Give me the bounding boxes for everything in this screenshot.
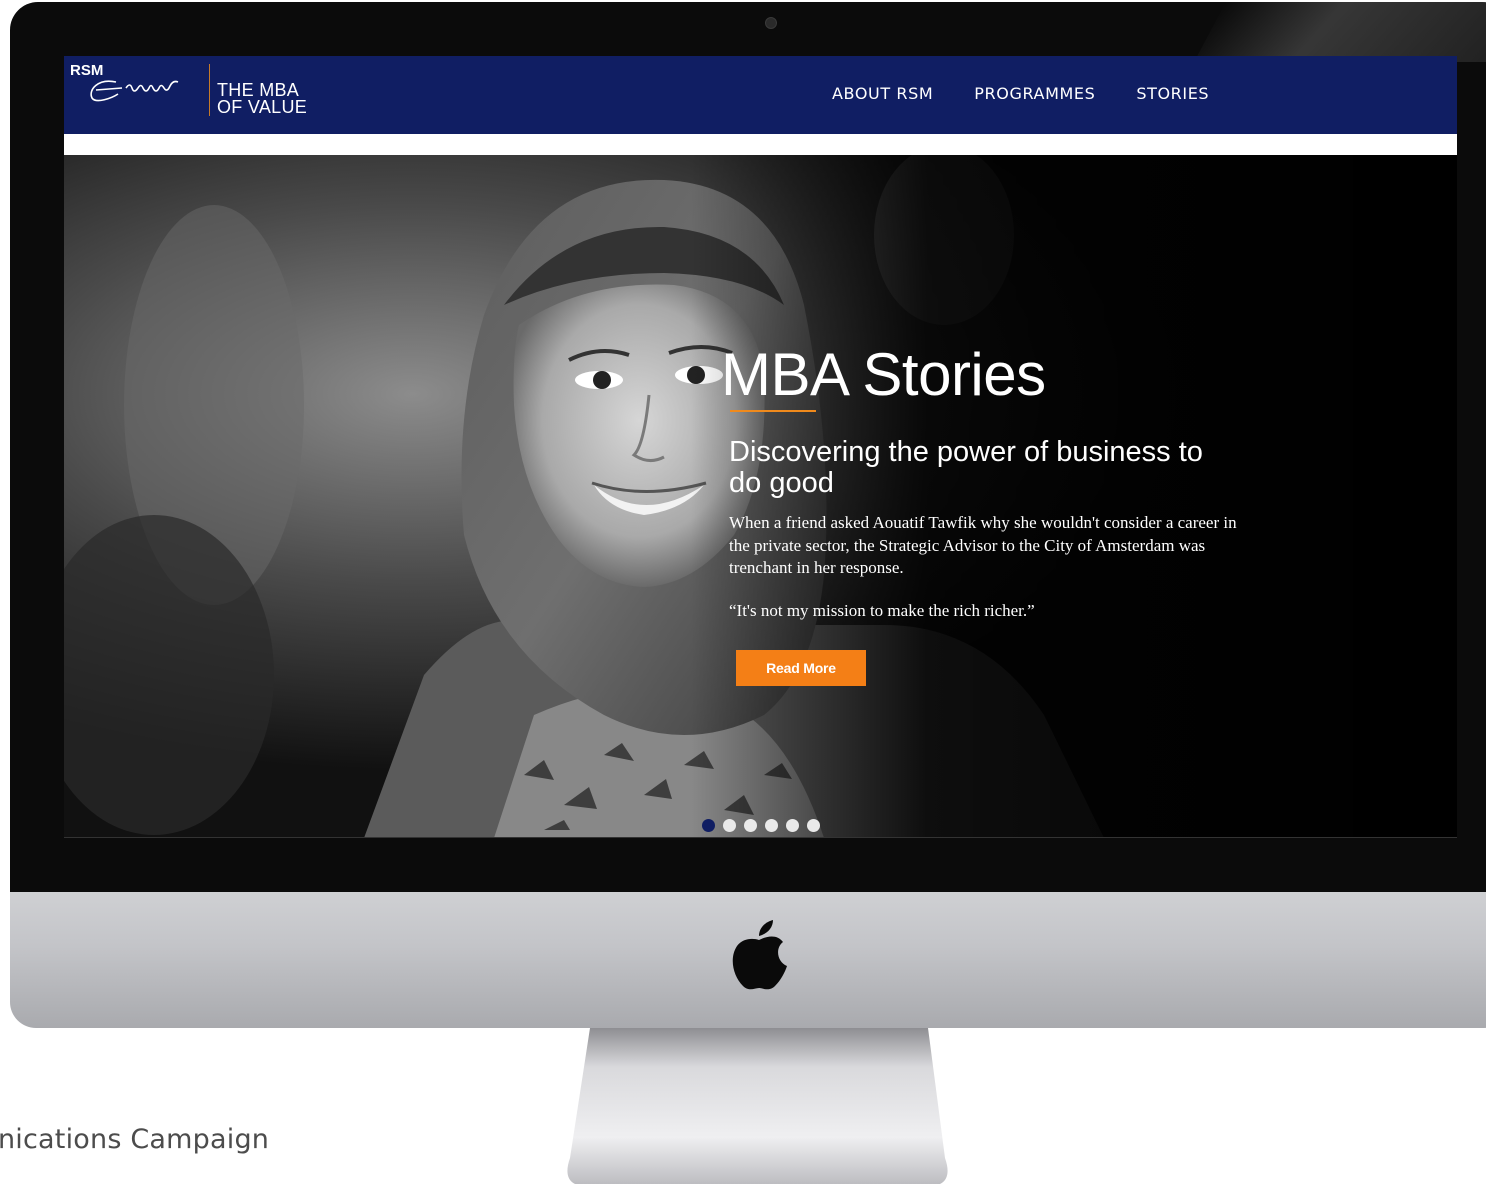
slider-dot-1[interactable]: [702, 819, 715, 832]
slider-dot-6[interactable]: [807, 819, 820, 832]
nav-link-about-rsm[interactable]: ABOUT RSM: [832, 84, 933, 103]
hero-quote: “It's not my mission to make the rich ri…: [729, 601, 1035, 620]
top-navbar: RSM THE MBA OF VALUE ABOUT RSM PROGRAMME…: [64, 56, 1457, 134]
nav-links: ABOUT RSM PROGRAMMES STORIES: [832, 84, 1250, 103]
hero-bottom-line: [64, 837, 1457, 838]
imac-stand: [567, 1028, 948, 1184]
logo-divider: [209, 64, 210, 116]
rsm-logo[interactable]: RSM THE MBA OF VALUE: [70, 62, 310, 122]
hero-subtitle: Discovering the power of business to do …: [729, 436, 1203, 499]
slider-dot-4[interactable]: [765, 819, 778, 832]
read-more-button[interactable]: Read More: [736, 650, 866, 686]
erasmus-script-logo-icon: [90, 80, 179, 102]
campaign-caption: nications Campaign: [0, 1124, 270, 1155]
website-viewport: RSM THE MBA OF VALUE ABOUT RSM PROGRAMME…: [64, 56, 1457, 838]
camera-icon: [765, 17, 777, 29]
slider-pagination: [702, 819, 820, 832]
nav-spacer: [64, 134, 1457, 155]
bezel-glare: [1194, 2, 1486, 62]
nav-link-stories[interactable]: STORIES: [1136, 84, 1209, 103]
hero-slider: MBA Stories Discovering the power of bus…: [64, 155, 1457, 838]
hero-title: MBA Stories: [721, 341, 1046, 408]
tagline-line2: OF VALUE: [217, 97, 308, 117]
hero-title-underline: [730, 410, 816, 412]
slider-dot-2[interactable]: [723, 819, 736, 832]
nav-link-programmes[interactable]: PROGRAMMES: [974, 84, 1095, 103]
slider-dot-5[interactable]: [786, 819, 799, 832]
apple-logo-icon: [732, 920, 787, 990]
slider-dot-3[interactable]: [744, 819, 757, 832]
logo-tagline: THE MBA OF VALUE: [217, 81, 308, 117]
hero-body-text: When a friend asked Aouatif Tawfik why s…: [729, 513, 1237, 577]
